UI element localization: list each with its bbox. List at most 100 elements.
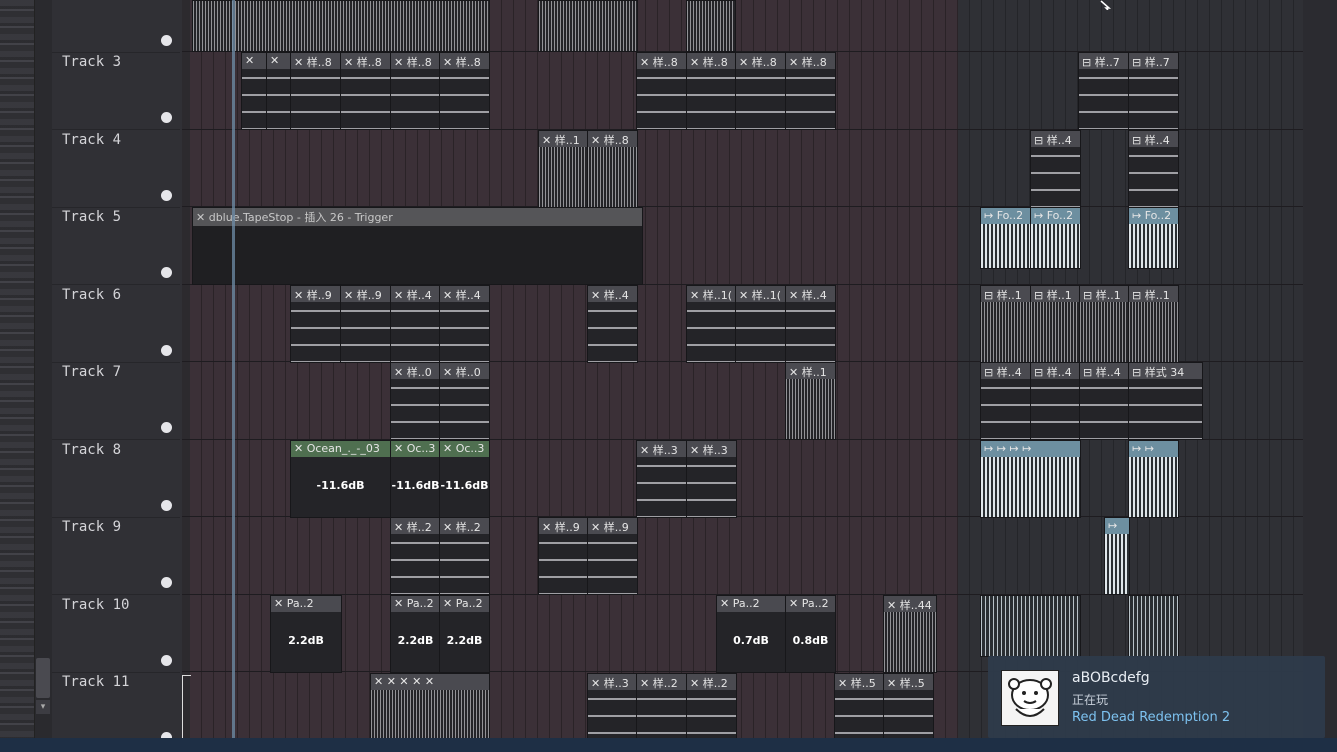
clip[interactable]: ⊟ 样..4 <box>1030 362 1081 440</box>
clip[interactable]: ⊟ 样..7 <box>1078 52 1129 130</box>
clip[interactable]: ✕ 样..9 <box>587 517 638 595</box>
clip-track-2-partial[interactable] <box>686 0 736 52</box>
notification-game[interactable]: Red Dead Redemption 2 <box>1072 710 1230 725</box>
clip[interactable]: ✕ 样..8 <box>587 130 638 208</box>
notification-username: aBOBcdefg <box>1072 670 1150 686</box>
clip-track-2-partial[interactable] <box>538 0 638 52</box>
track-knob-icon[interactable] <box>161 655 172 666</box>
clip[interactable]: ✕ 样..2 <box>390 517 441 595</box>
audio-clip[interactable]: ✕ Oc..3 -11.6dB <box>390 440 441 518</box>
clip[interactable]: ⊟ 样..4 <box>1079 362 1130 440</box>
clip[interactable]: ⊟ 样..4 <box>980 362 1031 440</box>
track-header-4[interactable]: Track 4 <box>52 130 180 208</box>
track-knob-icon[interactable] <box>161 500 172 511</box>
clip[interactable]: ✕ 样..8 <box>439 52 490 130</box>
clip[interactable]: ↦ ↦ <box>1128 440 1179 518</box>
track-knob-icon[interactable] <box>161 190 172 201</box>
browser-scrollbar[interactable] <box>34 0 53 752</box>
clip[interactable]: ✕ 样..1( <box>686 285 737 363</box>
track-knob-icon[interactable] <box>161 35 172 46</box>
automation-clip[interactable]: ✕ dblue.TapeStop - 插入 26 - Trigger <box>192 207 643 285</box>
audio-clip[interactable]: ✕ Ocean_._-_03 -11.6dB <box>290 440 391 518</box>
clip[interactable]: ✕ 样..1 <box>785 362 836 440</box>
clip[interactable]: ✕ 样..8 <box>290 52 341 130</box>
clip[interactable]: ✕ 样..3 <box>636 440 687 518</box>
clip[interactable]: ✕ 样..8 <box>390 52 441 130</box>
clip[interactable]: ⊟ 样..7 <box>1128 52 1179 130</box>
track-header-5[interactable]: Track 5 <box>52 207 180 285</box>
clip[interactable]: ✕ 样..9 <box>538 517 589 595</box>
clip-gain-label: 2.2dB <box>446 634 483 647</box>
clip[interactable]: ✕ 样..2 <box>686 673 737 741</box>
clip[interactable]: ⊟ 样..1 <box>1128 285 1179 363</box>
scroll-down-icon[interactable]: ▾ <box>36 700 50 714</box>
clip[interactable]: ⊟ 样..4 <box>1030 130 1081 208</box>
track-name: Track 10 <box>62 597 130 613</box>
track-knob-icon[interactable] <box>161 577 172 588</box>
clip[interactable]: ✕ 样..4 <box>587 285 638 363</box>
browser-scrollbar-thumb[interactable] <box>36 658 50 698</box>
audio-clip[interactable]: ✕ Oc..3 -11.6dB <box>439 440 490 518</box>
track-header-6[interactable]: Track 6 <box>52 285 180 363</box>
clip[interactable]: ✕ 样..8 <box>340 52 391 130</box>
clip[interactable]: ✕ 样..44 <box>883 595 937 673</box>
clip[interactable]: ⊟ 样..1 <box>980 285 1031 363</box>
clip[interactable] <box>1128 595 1179 657</box>
clip[interactable]: ✕ 样..4 <box>439 285 490 363</box>
clip[interactable]: ✕ 样..2 <box>636 673 687 741</box>
playhead[interactable] <box>232 0 235 752</box>
clip[interactable]: ✕ 样..3 <box>587 673 638 741</box>
clip[interactable]: ✕ 样..8 <box>686 52 737 130</box>
clip-gain-label: 2.2dB <box>288 634 324 647</box>
track-header-partial[interactable] <box>52 0 180 53</box>
track-knob-icon[interactable] <box>161 422 172 433</box>
audio-clip[interactable]: ✕ Pa..2 0.8dB <box>785 595 836 673</box>
clip[interactable]: ✕ 样..9 <box>340 285 391 363</box>
audio-clip[interactable]: ✕ Pa..2 0.7dB <box>716 595 786 673</box>
audio-clip[interactable]: ✕ Pa..2 2.2dB <box>270 595 342 673</box>
clip[interactable]: ✕ 样..8 <box>636 52 687 130</box>
os-taskbar[interactable] <box>0 738 1337 752</box>
track-header-9[interactable]: Track 9 <box>52 517 180 595</box>
clip[interactable]: ✕ 样..0 <box>390 362 441 440</box>
clip[interactable]: ↦ <box>1104 517 1130 595</box>
browser-thumbnails[interactable] <box>0 0 34 752</box>
track-header-8[interactable]: Track 8 <box>52 440 180 518</box>
clip[interactable] <box>980 595 1081 657</box>
clip-track-2-partial[interactable] <box>192 0 490 52</box>
arrangement-timeline[interactable]: ✕ ✕ ✕ 样..8 ✕ 样..8 ✕ 样..8 ✕ 样..8 ✕ 样..8 ✕… <box>182 0 1337 752</box>
clip[interactable]: ✕ <box>266 52 292 130</box>
clip[interactable]: ↦ Fo..2 <box>1128 207 1179 269</box>
clip[interactable]: ⊟ 样..4 <box>1128 130 1179 208</box>
clip[interactable]: ✕ 样..5 <box>883 673 934 741</box>
clip[interactable]: ↦ Fo..2 <box>1030 207 1081 269</box>
track-knob-icon[interactable] <box>161 345 172 356</box>
loop-start-marker[interactable] <box>182 675 191 739</box>
clip[interactable]: ✕ 样..1( <box>735 285 786 363</box>
clip[interactable]: ✕ ✕ ✕ ✕ ✕ <box>370 673 490 741</box>
clip[interactable]: ⊟ 样..1 <box>1030 285 1081 363</box>
track-header-3[interactable]: Track 3 <box>52 52 180 130</box>
clip[interactable]: ✕ 样..8 <box>735 52 786 130</box>
clip[interactable]: ✕ 样..9 <box>290 285 341 363</box>
track-knob-icon[interactable] <box>161 112 172 123</box>
clip[interactable]: ↦ Fo..2 <box>980 207 1031 269</box>
clip[interactable]: ✕ 样..1 <box>538 130 589 208</box>
track-knob-icon[interactable] <box>161 267 172 278</box>
steam-friend-notification[interactable]: aBOBcdefg 正在玩 Red Dead Redemption 2 <box>988 656 1325 738</box>
clip[interactable]: ✕ 样..5 <box>834 673 885 741</box>
clip[interactable]: ✕ 样..0 <box>439 362 490 440</box>
clip[interactable]: ✕ 样..2 <box>439 517 490 595</box>
clip[interactable]: ↦ ↦ ↦ ↦ <box>980 440 1081 518</box>
clip[interactable]: ✕ 样..8 <box>785 52 836 130</box>
audio-clip[interactable]: ✕ Pa..2 2.2dB <box>439 595 490 673</box>
clip[interactable]: ✕ <box>241 52 267 130</box>
clip[interactable]: ⊟ 样式 34 <box>1128 362 1203 440</box>
track-header-10[interactable]: Track 10 <box>52 595 180 673</box>
clip[interactable]: ✕ 样..4 <box>785 285 836 363</box>
clip[interactable]: ⊟ 样..1 <box>1079 285 1130 363</box>
audio-clip[interactable]: ✕ Pa..2 2.2dB <box>390 595 441 673</box>
track-header-7[interactable]: Track 7 <box>52 362 180 440</box>
clip[interactable]: ✕ 样..4 <box>390 285 441 363</box>
clip[interactable]: ✕ 样..3 <box>686 440 737 518</box>
